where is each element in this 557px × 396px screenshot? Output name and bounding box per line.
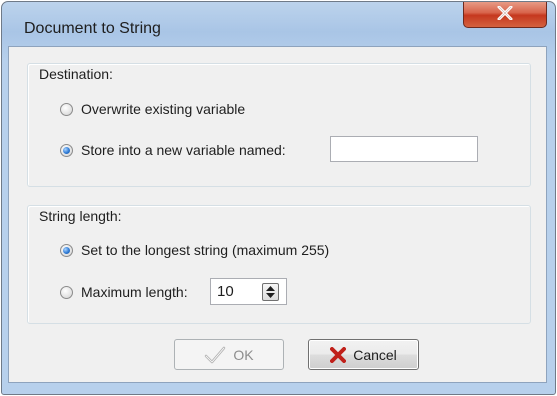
longest-radio-label: Set to the longest string (maximum 255)	[81, 242, 330, 258]
longest-radio-button[interactable]	[60, 243, 73, 257]
radio-longest-string[interactable]: Set to the longest string (maximum 255)	[60, 242, 329, 258]
overwrite-radio-button[interactable]	[60, 102, 73, 116]
ok-button-label: OK	[233, 346, 254, 363]
ok-button[interactable]: OK	[174, 339, 284, 370]
string-length-group: String length:	[27, 205, 531, 324]
window-title: Document to String	[24, 20, 161, 37]
cancel-button[interactable]: Cancel	[308, 339, 419, 370]
store-new-radio-label: Store into a new variable named:	[81, 142, 286, 158]
radio-store-new-variable[interactable]: Store into a new variable named:	[60, 142, 286, 158]
destination-group-label: Destination:	[39, 66, 113, 82]
close-icon	[497, 6, 513, 20]
maximum-length-radio-label: Maximum length:	[81, 284, 188, 300]
new-variable-name-input[interactable]	[330, 136, 478, 162]
red-x-icon	[330, 346, 347, 363]
destination-group: Destination:	[27, 63, 531, 187]
radio-maximum-length[interactable]: Maximum length:	[60, 284, 188, 300]
spin-buttons[interactable]	[262, 283, 279, 301]
close-button[interactable]	[463, 2, 547, 28]
cancel-button-label: Cancel	[353, 346, 397, 363]
maximum-length-spinbox[interactable]: 10	[210, 278, 287, 305]
checkmark-icon	[204, 346, 226, 364]
overwrite-radio-label: Overwrite existing variable	[81, 101, 246, 117]
store-new-radio-button[interactable]	[60, 143, 73, 157]
maximum-length-value[interactable]: 10	[217, 283, 234, 300]
radio-overwrite-existing[interactable]: Overwrite existing variable	[60, 101, 245, 117]
maximum-length-radio-button[interactable]	[60, 285, 73, 299]
spin-up-down-icon	[266, 286, 275, 298]
string-length-group-label: String length:	[39, 208, 122, 224]
